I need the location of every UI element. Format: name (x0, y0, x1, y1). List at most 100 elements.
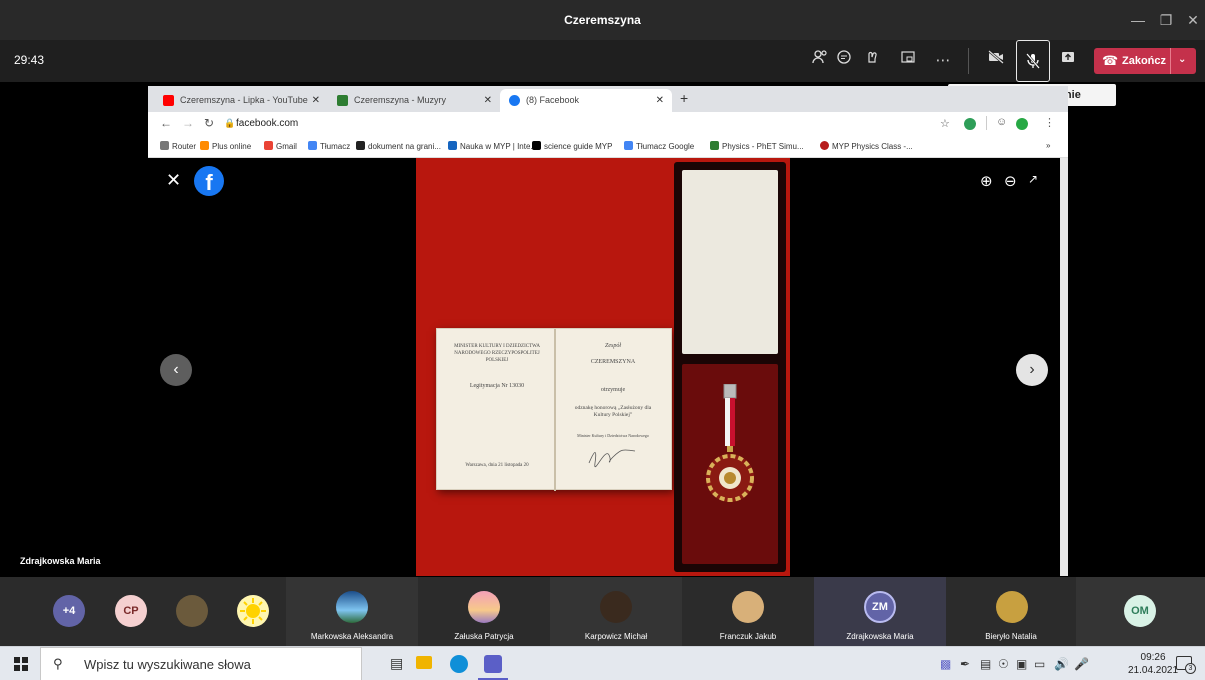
participant-tile-markowska[interactable]: Markowska Aleksandra (286, 577, 418, 646)
taskbar-clock[interactable]: 09:26 21.04.2021 (1128, 651, 1178, 677)
task-view-icon[interactable]: ▤ (390, 655, 403, 672)
next-photo-button[interactable]: › (1016, 354, 1048, 386)
close-icon[interactable]: ✕ (1183, 10, 1203, 30)
page-scrollbar[interactable] (1060, 158, 1068, 576)
url-text[interactable]: facebook.com (236, 118, 298, 129)
participant-name: Karpowicz Michał (584, 632, 648, 641)
title-bar: Czeremszyna — ❐ ✕ (0, 0, 1205, 40)
participant-name: Franczuk Jakub (719, 632, 777, 641)
gmail-icon (264, 141, 273, 150)
participant-tile-karpowicz[interactable]: Karpowicz Michał (550, 577, 682, 646)
bookmark-tlumacz-google[interactable]: Tłumacz Google (624, 141, 694, 151)
bookmark-star-icon[interactable]: ☆ (940, 117, 950, 130)
bookmark-label: Router (172, 142, 197, 151)
end-call-button[interactable]: ☎ Zakończ ⌄ (1094, 48, 1196, 74)
back-icon[interactable]: ← (160, 116, 172, 130)
close-viewer-icon[interactable]: ✕ (166, 170, 181, 191)
bookmark-science-guide[interactable]: science guide MYP (532, 141, 612, 151)
reactions-icon[interactable] (858, 48, 886, 74)
zoom-in-icon[interactable]: ⊕ (980, 172, 993, 190)
participant-avatar-om: OM (1124, 595, 1156, 627)
sun-avatar-icon[interactable] (237, 595, 269, 627)
participant-tile-bierylo[interactable]: Bieryło Natalia (946, 577, 1076, 646)
participant-name: Załuska Patrycja (454, 632, 514, 641)
battery-tray-icon[interactable]: ▭ (1034, 657, 1045, 671)
bookmark-icon (356, 141, 365, 150)
bookmark-router[interactable]: Router (160, 141, 196, 151)
chevron-down-icon[interactable]: ⌄ (1178, 54, 1186, 65)
toolbar-divider (968, 48, 969, 74)
network-tray-icon[interactable]: ▤ (980, 657, 991, 671)
participant-name: Bieryło Natalia (985, 632, 1037, 641)
end-call-divider (1170, 48, 1171, 74)
restore-icon[interactable]: ❐ (1156, 10, 1176, 30)
browser-tab-strip: Czeremszyna - Lipka - YouTube ✕ Czeremsz… (148, 86, 1068, 112)
bookmarks-more[interactable]: » (1046, 141, 1050, 150)
tab-close-icon[interactable]: ✕ (484, 89, 492, 112)
teams-app-icon[interactable] (484, 655, 502, 673)
certificate-number: Legitymacja Nr 13030 (469, 383, 525, 389)
bookmark-label: dokument na grani... (368, 142, 441, 151)
bookmark-plus-online[interactable]: Plus online (200, 141, 251, 151)
edge-browser-icon[interactable] (450, 655, 468, 673)
participant-name: Markowska Aleksandra (310, 632, 394, 641)
security-tray-icon[interactable]: ☉ (998, 657, 1009, 671)
participant-tile-franczuk[interactable]: Franczuk Jakub (682, 577, 814, 646)
bookmark-nauka-myp[interactable]: Nauka w MYP | Inte... (448, 141, 537, 151)
leaf-icon (337, 95, 348, 106)
previous-photo-button[interactable]: ‹ (160, 354, 192, 386)
display-tray-icon[interactable]: ▣ (1016, 657, 1027, 671)
pen-tray-icon[interactable]: ✒ (960, 657, 970, 671)
extension-icon[interactable] (964, 118, 976, 130)
reload-icon[interactable]: ↻ (204, 116, 214, 130)
profile-icon[interactable]: ☺ (996, 116, 1007, 128)
menu-dots-icon[interactable]: ⋮ (1044, 116, 1055, 129)
teams-tray-icon[interactable]: ▩ (940, 657, 951, 671)
participant-photo-avatar[interactable] (176, 595, 208, 627)
new-tab-icon[interactable]: + (680, 90, 688, 106)
overflow-participants-button[interactable]: +4 (53, 595, 85, 627)
bookmark-tlumacz[interactable]: Tłumacz (308, 141, 350, 151)
zoom-out-icon[interactable]: ⊖ (1004, 172, 1017, 190)
participant-avatar (996, 591, 1028, 623)
microphone-tray-icon[interactable]: 🎤 (1074, 657, 1089, 671)
certificate-recipient: CZEREMSZYNA (590, 359, 636, 365)
teams-window: Czeremszyna — ❐ ✕ 29:43 ⋯ ☎ Zakończ ⌄ Cz… (0, 0, 1205, 680)
participant-avatar (732, 591, 764, 623)
meeting-timer: 29:43 (14, 53, 45, 67)
more-actions-icon[interactable]: ⋯ (929, 48, 957, 74)
certificate-date: Warszawa, dnia 21 listopada 20 (465, 463, 529, 468)
rooms-icon[interactable] (894, 48, 922, 74)
minimize-icon[interactable]: — (1128, 10, 1148, 30)
browser-tab-facebook[interactable]: (8) Facebook ✕ (500, 89, 672, 112)
participant-tile-zdrajkowska[interactable]: ZM Zdrajkowska Maria (814, 577, 946, 646)
facebook-logo-icon[interactable]: f (194, 166, 224, 196)
bookmark-phet[interactable]: Physics - PhET Simu... (710, 141, 804, 151)
fullscreen-exit-icon[interactable]: ↗ (1028, 172, 1038, 186)
bookmark-icon (820, 141, 829, 150)
shield-icon[interactable] (1016, 118, 1028, 130)
chat-icon[interactable] (830, 48, 858, 74)
volume-tray-icon[interactable]: 🔊 (1054, 657, 1069, 671)
windows-start-icon[interactable] (14, 657, 28, 671)
share-screen-icon[interactable] (1054, 48, 1082, 74)
participant-tile-om[interactable]: OM (1076, 577, 1205, 646)
browser-tab-youtube[interactable]: Czeremszyna - Lipka - YouTube ✕ (154, 89, 328, 112)
bookmark-dokument[interactable]: dokument na grani... (356, 141, 441, 151)
participant-tile-zaluska[interactable]: Załuska Patrycja (418, 577, 550, 646)
file-explorer-icon[interactable] (416, 656, 432, 669)
camera-off-icon[interactable] (982, 48, 1010, 74)
tab-close-icon[interactable]: ✕ (312, 89, 320, 112)
bookmark-label: Nauka w MYP | Inte... (460, 142, 538, 151)
bookmark-gmail[interactable]: Gmail (264, 141, 297, 151)
participant-avatar-cp[interactable]: CP (115, 595, 147, 627)
forward-icon[interactable]: → (182, 116, 194, 130)
bookmark-label: Tłumacz Google (636, 142, 695, 151)
clock-date: 21.04.2021 (1128, 665, 1179, 676)
browser-tab-muzyry[interactable]: Czeremszyna - Muzyry ✕ (328, 89, 500, 112)
microphone-muted-button[interactable] (1016, 40, 1050, 82)
hangup-icon: ☎ (1102, 53, 1119, 68)
bookmark-myp-physics[interactable]: MYP Physics Class -... (820, 141, 913, 151)
medal-icon (706, 384, 754, 502)
tab-close-icon[interactable]: ✕ (656, 89, 664, 112)
